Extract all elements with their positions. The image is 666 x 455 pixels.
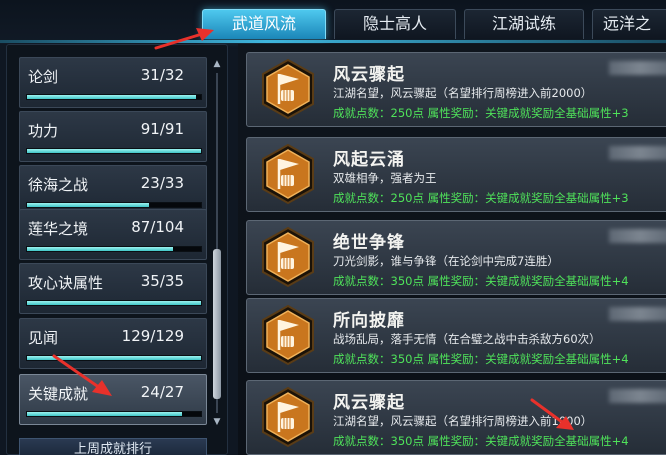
achievement-card[interactable]: 风云骤起 江湖名望，风云骤起（名望排行周榜进入前1000） 成就点数：350点 … <box>246 380 666 455</box>
blurred-status-text <box>609 229 666 243</box>
category-name: 见闻 <box>28 329 59 347</box>
sidebar-scrollbar[interactable]: ▲ ▼ <box>212 59 222 427</box>
category-progress-fill <box>27 247 174 251</box>
scroll-thumb[interactable] <box>213 249 221 399</box>
category-progress-bar <box>26 411 202 417</box>
category-progress-fill <box>27 203 149 207</box>
achievement-description: 战场乱局，落手无情（在合璧之战中击杀敌方60次） <box>333 332 601 346</box>
achievement-description: 江湖名望，风云骤起（名望排行周榜进入前1000） <box>333 414 593 428</box>
category-count: 24/27 <box>140 383 184 401</box>
achievement-title: 风云骤起 <box>333 65 405 85</box>
achievement-card[interactable]: 所向披靡 战场乱局，落手无情（在合璧之战中击杀敌方60次） 成就点数：350点 … <box>246 298 666 373</box>
top-tab-bar: 武道风流 隐士高人 江湖试练 远洋之 <box>0 0 666 44</box>
scroll-up-icon[interactable]: ▲ <box>212 59 222 69</box>
category-progress-fill <box>27 95 196 99</box>
achievement-reward: 成就点数：350点 属性奖励：关键成就奖励全基础属性+4 <box>333 274 629 288</box>
category-item-jianwen[interactable]: 见闻 129/129 <box>19 318 207 369</box>
achievement-card[interactable]: 风起云涌 双雄相争，强者为王 成就点数：250点 属性奖励：关键成就奖励全基础属… <box>246 137 666 212</box>
weekly-ranking-button[interactable]: 上周成就排行 <box>19 438 207 455</box>
category-item-lianhua[interactable]: 莲华之境 87/104 <box>19 209 207 260</box>
category-name: 攻心诀属性 <box>28 274 104 292</box>
category-item-gongxinjue[interactable]: 攻心诀属性 35/35 <box>19 263 207 314</box>
achievement-card[interactable]: 风云骤起 江湖名望，风云骤起（名望排行周榜进入前2000） 成就点数：250点 … <box>246 52 666 127</box>
achievement-flag-badge-icon <box>262 143 314 205</box>
category-progress-bar <box>26 246 202 252</box>
category-item-gongli[interactable]: 功力 91/91 <box>19 111 207 162</box>
category-count: 87/104 <box>131 218 184 236</box>
achievement-title: 风云骤起 <box>333 393 405 413</box>
achievement-category-sidebar: 论剑 31/32 功力 91/91 徐海之战 23/33 莲华之境 87/104… <box>6 44 228 455</box>
achievement-title: 绝世争锋 <box>333 233 405 253</box>
achievement-reward: 成就点数：250点 属性奖励：关键成就奖励全基础属性+3 <box>333 191 629 205</box>
category-name: 莲华之境 <box>28 220 89 238</box>
achievement-reward: 成就点数：350点 属性奖励：关键成就奖励全基础属性+4 <box>333 434 629 448</box>
achievement-flag-badge-icon <box>262 304 314 366</box>
category-name: 徐海之战 <box>28 176 89 194</box>
achievement-reward: 成就点数：250点 属性奖励：关键成就奖励全基础属性+3 <box>333 106 629 120</box>
tab-wudao-fengliu[interactable]: 武道风流 <box>202 9 326 39</box>
category-progress-bar <box>26 355 202 361</box>
category-count: 35/35 <box>140 272 184 290</box>
tab-yinshi-gaoren[interactable]: 隐士高人 <box>334 9 456 39</box>
achievement-list: 风云骤起 江湖名望，风云骤起（名望排行周榜进入前2000） 成就点数：250点 … <box>238 44 666 455</box>
category-count: 23/33 <box>140 174 184 192</box>
category-name: 关键成就 <box>28 385 89 403</box>
category-item-guanjian[interactable]: 关键成就 24/27 <box>19 374 207 425</box>
achievement-title: 所向披靡 <box>333 311 405 331</box>
blurred-status-text <box>609 389 666 403</box>
blurred-status-text <box>609 146 666 160</box>
category-progress-fill <box>27 356 201 360</box>
achievement-description: 双雄相争，强者为王 <box>333 171 437 185</box>
achievement-title: 风起云涌 <box>333 150 405 170</box>
achievement-reward: 成就点数：350点 属性奖励：关键成就奖励全基础属性+4 <box>333 352 629 366</box>
tab-underline <box>0 40 666 43</box>
category-count: 31/32 <box>140 66 184 84</box>
blurred-status-text <box>609 307 666 321</box>
scroll-down-icon[interactable]: ▼ <box>212 417 222 427</box>
category-count: 91/91 <box>140 120 184 138</box>
tab-yuanyang[interactable]: 远洋之 <box>592 9 666 39</box>
blurred-status-text <box>609 61 666 75</box>
category-progress-fill <box>27 412 182 416</box>
achievement-flag-badge-icon <box>262 58 314 120</box>
tab-jianghu-shilian[interactable]: 江湖试练 <box>464 9 584 39</box>
category-item-lunjian[interactable]: 论剑 31/32 <box>19 57 207 108</box>
category-name: 论剑 <box>28 68 59 86</box>
category-progress-fill <box>27 301 201 305</box>
category-progress-fill <box>27 149 201 153</box>
achievement-description: 江湖名望，风云骤起（名望排行周榜进入前2000） <box>333 86 593 100</box>
achievement-card[interactable]: 绝世争锋 刀光剑影，谁与争锋（在论剑中完成7连胜） 成就点数：350点 属性奖励… <box>246 220 666 295</box>
category-count: 129/129 <box>121 327 184 345</box>
category-progress-bar <box>26 202 202 208</box>
achievement-description: 刀光剑影，谁与争锋（在论剑中完成7连胜） <box>333 254 559 268</box>
category-progress-bar <box>26 300 202 306</box>
category-progress-bar <box>26 148 202 154</box>
achievement-flag-badge-icon <box>262 386 314 448</box>
achievement-flag-badge-icon <box>262 226 314 288</box>
category-progress-bar <box>26 94 202 100</box>
category-name: 功力 <box>28 122 59 140</box>
